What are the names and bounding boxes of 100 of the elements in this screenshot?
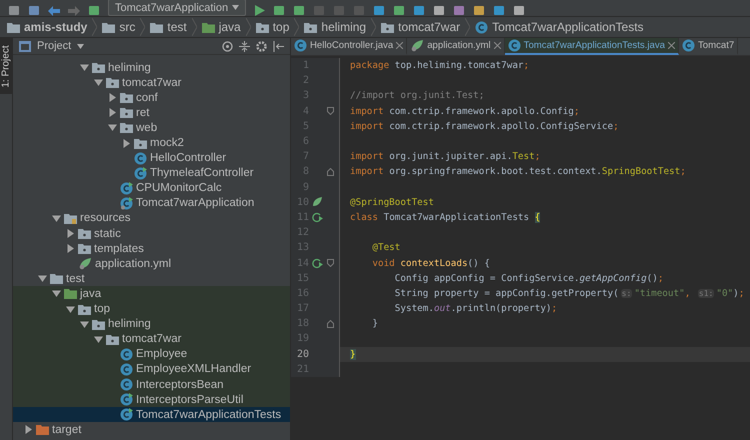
folder-icon xyxy=(202,22,215,32)
tree-item[interactable]: application.yml xyxy=(13,256,290,272)
breadcrumb[interactable]: top xyxy=(252,20,292,34)
runnable-class-icon xyxy=(120,182,133,195)
fold-icon[interactable] xyxy=(326,320,334,328)
chevron-icon xyxy=(246,18,251,36)
run-configuration-dropdown[interactable]: Tomcat7warApplication xyxy=(108,0,246,16)
editor-tab[interactable]: Tomcat7warApplicationTests.java xyxy=(504,38,679,55)
fold-icon[interactable] xyxy=(326,168,334,176)
fold-icon[interactable] xyxy=(326,259,334,268)
collapse-arrow-icon[interactable] xyxy=(52,214,61,223)
folder-icon xyxy=(7,22,20,32)
editor-tab[interactable]: Tomcat7 xyxy=(678,38,738,55)
tree-item[interactable]: target xyxy=(13,422,290,438)
project-tool-tab[interactable]: 1: Project xyxy=(0,38,12,94)
tree-item[interactable]: Tomcat7warApplicationTests xyxy=(13,407,290,422)
tree-item-label: CPUMonitorCalc xyxy=(136,182,222,194)
tree-item-label: top xyxy=(94,303,110,316)
class-icon xyxy=(682,39,695,52)
close-icon[interactable] xyxy=(494,42,501,49)
code-line: //import org.junit.Test; xyxy=(349,90,484,102)
folder-icon xyxy=(381,22,394,32)
breadcrumb[interactable]: heliming xyxy=(301,20,370,34)
collapse-all-icon[interactable] xyxy=(239,40,250,52)
tree-item-label: InterceptorsParseUtil xyxy=(136,394,244,406)
folder-icon xyxy=(304,22,318,32)
tree-item[interactable]: ret xyxy=(13,105,290,120)
fold-icon[interactable] xyxy=(326,107,334,116)
tree-item-label: application.yml xyxy=(95,258,172,270)
tree-item[interactable]: web xyxy=(13,120,290,136)
expand-arrow-icon[interactable] xyxy=(122,138,131,148)
breadcrumb[interactable]: java xyxy=(198,20,244,34)
tree-item[interactable]: top xyxy=(13,302,290,317)
tree-item-label: Tomcat7warApplicationTests xyxy=(136,408,282,421)
hide-panel-icon[interactable] xyxy=(273,40,284,52)
tree-item[interactable]: InterceptorsParseUtil xyxy=(13,392,290,408)
tree-item-label: HelloController xyxy=(150,152,226,164)
tree-item[interactable]: conf xyxy=(13,90,290,106)
tree-item[interactable]: templates xyxy=(13,241,290,256)
expand-arrow-icon[interactable] xyxy=(24,425,33,434)
leaf-icon[interactable] xyxy=(312,197,322,208)
run-test-icon[interactable] xyxy=(312,212,322,223)
run-icon[interactable] xyxy=(254,5,266,16)
tree-item[interactable]: ThymeleafController xyxy=(13,166,290,181)
folder-icon xyxy=(78,228,91,240)
tree-item[interactable]: EmployeeXMLHandler xyxy=(13,362,290,377)
folder-icon xyxy=(92,318,105,330)
breadcrumb[interactable]: test xyxy=(147,20,190,34)
tree-item-label: heliming xyxy=(108,318,151,330)
runnable-class-icon xyxy=(120,408,133,422)
tree-item-label: tomcat7war xyxy=(122,333,182,346)
tree-item-label: EmployeeXMLHandler xyxy=(136,363,252,376)
runnable-class-icon xyxy=(134,166,147,180)
target-icon[interactable] xyxy=(222,40,233,52)
folder-icon xyxy=(78,304,91,315)
tree-item[interactable]: java xyxy=(13,286,290,302)
tree-item[interactable]: HelloController xyxy=(13,150,290,166)
tree-item-label: target xyxy=(52,424,82,436)
folder-icon xyxy=(120,107,133,118)
editor-tab[interactable]: HelloController.java xyxy=(291,38,408,55)
breadcrumb[interactable]: src xyxy=(99,20,138,34)
editor-tab[interactable]: application.yml xyxy=(407,38,505,55)
tree-item[interactable]: test xyxy=(13,271,290,286)
run-test-icon[interactable] xyxy=(312,258,322,269)
close-icon[interactable] xyxy=(668,42,675,49)
back-arrow-icon[interactable] xyxy=(48,6,60,16)
folder-icon xyxy=(102,22,116,32)
tree-item-label: templates xyxy=(94,242,144,255)
tree-item[interactable]: InterceptorsBean xyxy=(13,376,290,392)
code-line: import com.ctrip.framework.apollo.ConfigService; xyxy=(349,120,619,132)
settings-icon[interactable] xyxy=(256,40,267,52)
close-icon[interactable] xyxy=(396,42,404,49)
breadcrumb[interactable]: amis-study xyxy=(4,20,90,34)
tree-item[interactable]: tomcat7war xyxy=(13,75,290,90)
class-icon xyxy=(120,378,133,392)
breadcrumb[interactable]: Tomcat7warApplicationTests xyxy=(472,20,647,34)
tree-item[interactable]: heliming xyxy=(13,316,290,332)
folder-icon xyxy=(106,77,119,88)
collapse-arrow-icon[interactable] xyxy=(108,123,117,132)
panel-title[interactable]: Project xyxy=(37,40,72,52)
tree-item[interactable]: static xyxy=(13,226,290,242)
runnable-class-icon xyxy=(120,393,133,406)
class-icon xyxy=(294,39,307,52)
code-line: package top.heliming.tomcat7war; xyxy=(349,60,530,72)
breadcrumb[interactable]: tomcat7war xyxy=(378,20,464,34)
dropdown-caret-icon[interactable] xyxy=(77,44,84,48)
code-line: String property = appConfig.getProperty( s: "timeout", s1: "0"); xyxy=(394,288,744,299)
tree-item[interactable]: tomcat7war xyxy=(13,332,290,347)
code-line: class Tomcat7warApplicationTests { xyxy=(349,212,540,223)
tree-item[interactable]: CPUMonitorCalc xyxy=(13,180,290,196)
tree-item-label: web xyxy=(136,122,158,134)
tree-item-label: heliming xyxy=(108,62,151,74)
code-line: import com.ctrip.framework.apollo.Config; xyxy=(349,106,580,117)
folder-icon xyxy=(106,334,119,345)
tree-item[interactable]: heliming xyxy=(13,60,290,76)
tree-item[interactable]: resources xyxy=(13,210,290,226)
tree-item[interactable]: Tomcat7warApplication xyxy=(13,196,290,211)
tree-item[interactable]: Employee xyxy=(13,346,290,362)
tree-item[interactable]: mock2 xyxy=(13,135,290,151)
folder-icon xyxy=(120,122,133,134)
